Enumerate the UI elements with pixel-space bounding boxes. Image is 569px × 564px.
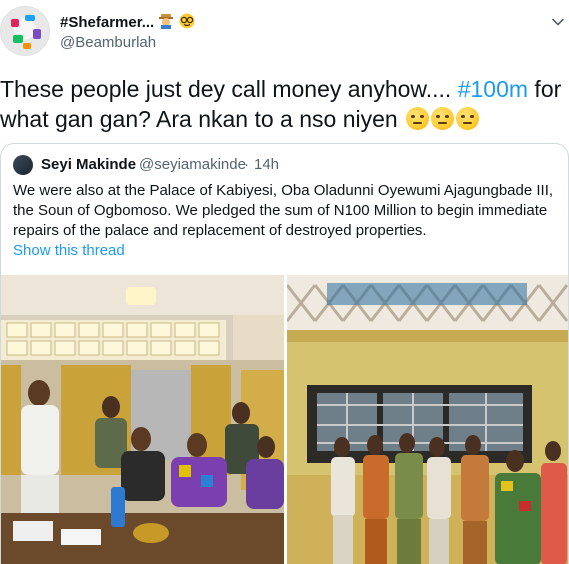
farmer-emoji-icon	[159, 14, 174, 29]
quoted-author-handle: @seyiamakinde	[139, 156, 246, 173]
quoted-tweet-text: We were also at the Palace of Kabiyesi, …	[13, 182, 554, 239]
quoted-timestamp[interactable]: 14h	[254, 156, 279, 173]
palace-photo-image	[287, 275, 568, 564]
smirking-face-icon	[456, 107, 480, 130]
chevron-down-icon[interactable]	[551, 15, 565, 29]
separator-dot: ·	[244, 156, 249, 173]
show-thread-link[interactable]: Show this thread	[13, 242, 125, 259]
hashtag-link[interactable]: #100m	[458, 76, 528, 102]
quoted-author-name: Seyi Makinde	[41, 156, 137, 173]
author-avatar[interactable]	[0, 6, 50, 56]
tweet-photo-meeting[interactable]	[1, 275, 284, 564]
nerd-face-emoji-icon	[179, 13, 195, 29]
face-with-rolling-eyes-icon	[406, 107, 430, 130]
quoted-tweet[interactable]: Seyi Makinde @seyiamakinde · 14h We were…	[0, 143, 569, 564]
author-handle[interactable]: @Beamburlah	[60, 34, 156, 51]
meeting-photo-image	[1, 275, 284, 564]
author-display-name[interactable]: #Shefarmer...	[60, 14, 154, 31]
quoted-author-avatar	[13, 155, 33, 175]
tweet-header: #Shefarmer... @Beamburlah	[0, 0, 569, 66]
smirking-face-icon	[431, 107, 455, 130]
tweet-text-part: These people just dey call money anyhow.…	[0, 76, 458, 102]
tweet-photo-palace[interactable]	[287, 275, 568, 564]
tweet-text: These people just dey call money anyhow.…	[0, 74, 565, 134]
